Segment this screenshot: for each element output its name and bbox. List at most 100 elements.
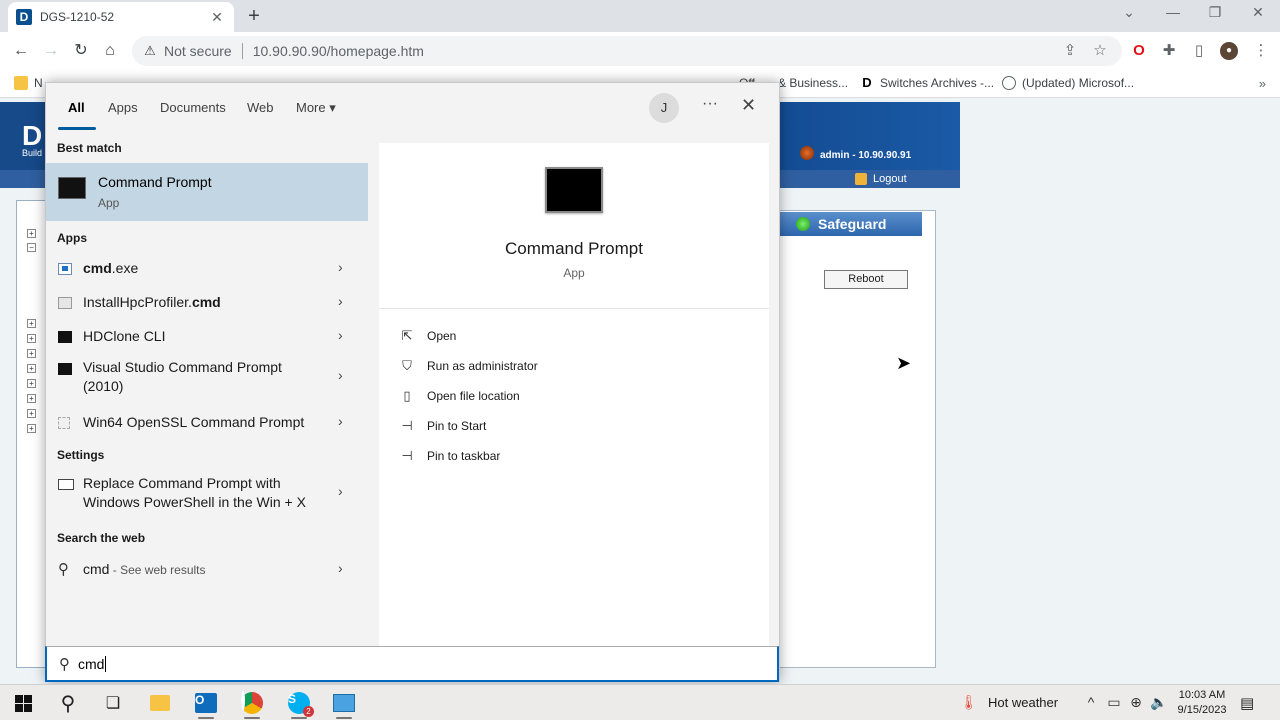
window-close-icon[interactable]: ✕	[1248, 4, 1268, 21]
address-bar[interactable]: ⚠ Not secure 10.90.90.90/homepage.htm ⇪ …	[132, 36, 1122, 66]
tree-expand-icon[interactable]: +	[27, 424, 36, 433]
reload-icon[interactable]: ↻	[71, 41, 91, 61]
tree-expand-icon[interactable]: +	[27, 334, 36, 343]
action-pin-to-taskbar[interactable]: ⊣ Pin to taskbar	[399, 448, 500, 464]
best-match-command-prompt[interactable]: Command Prompt App	[46, 163, 368, 221]
result-preview-pane: Command Prompt App ⇱ Open ⛉ Run as admin…	[379, 143, 769, 646]
more-options-icon[interactable]: ···	[702, 95, 718, 113]
tab-documents[interactable]: Documents	[160, 100, 226, 115]
running-indicator	[198, 717, 214, 719]
action-pin-to-start[interactable]: ⊣ Pin to Start	[399, 418, 486, 434]
back-arrow-icon[interactable]: ←	[11, 41, 31, 61]
tab-web[interactable]: Web	[247, 100, 274, 115]
result-hdclone-cli[interactable]: HDClone CLI ›	[46, 322, 368, 352]
bookmark-switches-archives[interactable]: D Switches Archives -...	[860, 76, 994, 91]
share-icon[interactable]: ⇪	[1060, 36, 1080, 66]
running-indicator	[336, 717, 352, 719]
pin-icon: ⊣	[401, 418, 413, 433]
home-icon[interactable]: ⌂	[100, 41, 120, 61]
taskbar-chrome[interactable]	[240, 691, 264, 715]
task-view-icon[interactable]: ❏	[101, 691, 125, 715]
forward-arrow-icon[interactable]: →	[41, 41, 61, 61]
browser-tab[interactable]: D DGS-1210-52 ✕	[8, 2, 234, 32]
side-panel-icon[interactable]: ▯	[1190, 42, 1208, 60]
chevron-right-icon[interactable]: ›	[338, 483, 343, 499]
result-win64-openssl[interactable]: Win64 OpenSSL Command Prompt ›	[46, 408, 368, 438]
search-input[interactable]: ⚲ cmd	[45, 646, 779, 682]
bookmark-business[interactable]: & Business...	[778, 76, 848, 90]
taskbar-app[interactable]	[332, 691, 356, 715]
taskbar-outlook[interactable]: O	[194, 691, 218, 715]
chrome-menu-icon[interactable]: ⋮	[1252, 42, 1270, 60]
openssl-icon	[58, 417, 70, 429]
chevron-right-icon[interactable]: ›	[338, 367, 343, 383]
admin-status-icon	[800, 146, 814, 160]
meet-now-icon[interactable]: ▭	[1106, 694, 1122, 711]
extensions-puzzle-icon[interactable]: ✚	[1160, 42, 1178, 60]
bookmarks-overflow-icon[interactable]: »	[1259, 76, 1266, 91]
bookmark-microsoft[interactable]: (Updated) Microsof...	[1002, 76, 1134, 90]
navigation-tree[interactable]: + − + + + + + + + +	[16, 200, 46, 668]
search-icon: ⚲	[58, 561, 69, 578]
taskbar-explorer[interactable]	[148, 691, 172, 715]
volume-icon[interactable]: 🔈	[1150, 694, 1167, 711]
tab-more[interactable]: More ▾	[296, 100, 336, 116]
restore-icon[interactable]: ❐	[1205, 4, 1225, 21]
taskbar-search-icon[interactable]: ⚲	[56, 691, 80, 715]
show-hidden-icons-chevron-up-icon[interactable]: ^	[1083, 694, 1099, 710]
tab-apps[interactable]: Apps	[108, 100, 138, 115]
tree-expand-icon[interactable]: +	[27, 364, 36, 373]
minimize-icon[interactable]: —	[1163, 4, 1183, 20]
preview-type: App	[563, 266, 585, 280]
shield-admin-icon: ⛉	[402, 358, 412, 373]
chevron-right-icon[interactable]: ›	[338, 560, 343, 576]
warning-triangle-icon[interactable]: ⚠	[142, 43, 158, 59]
tab-all[interactable]: All	[68, 100, 85, 115]
chevron-right-icon[interactable]: ›	[338, 327, 343, 343]
profile-avatar-icon[interactable]: ●	[1220, 42, 1238, 60]
logout-button[interactable]: Logout	[855, 170, 907, 188]
chevron-right-icon[interactable]: ›	[338, 293, 343, 309]
user-avatar[interactable]: J	[649, 93, 679, 123]
tree-expand-icon[interactable]: +	[27, 409, 36, 418]
browser-tab-strip: D DGS-1210-52 ✕ + ⌄ — ❐ ✕	[0, 0, 1280, 32]
opera-extension-icon[interactable]: O	[1130, 42, 1148, 60]
action-open[interactable]: ⇱ Open	[399, 328, 457, 344]
chevron-right-icon[interactable]: ›	[338, 413, 343, 429]
close-search-icon[interactable]: ✕	[741, 95, 756, 116]
tree-expand-icon[interactable]: +	[27, 394, 36, 403]
result-installhpcprofiler[interactable]: InstallHpcProfiler.cmd ›	[46, 288, 368, 318]
not-secure-label[interactable]: Not secure	[164, 43, 232, 59]
reboot-button[interactable]: Reboot	[824, 270, 908, 289]
tree-expand-icon[interactable]: +	[27, 349, 36, 358]
search-query[interactable]: cmd	[78, 656, 104, 672]
tree-expand-icon[interactable]: +	[27, 379, 36, 388]
tree-collapse-icon[interactable]: −	[27, 243, 36, 252]
new-tab-button[interactable]: +	[244, 5, 264, 28]
bookmark-folder[interactable]: N	[14, 76, 43, 90]
action-run-as-admin[interactable]: ⛉ Run as administrator	[399, 358, 538, 374]
start-button[interactable]	[11, 691, 35, 715]
result-vs-command-prompt[interactable]: Visual Studio Command Prompt (2010) ›	[46, 355, 368, 399]
bookmark-star-icon[interactable]: ☆	[1090, 36, 1110, 66]
result-replace-powershell[interactable]: Replace Command Prompt with Windows Powe…	[46, 471, 368, 515]
chevron-right-icon[interactable]: ›	[338, 259, 343, 275]
taskbar-skype[interactable]: S 2	[287, 691, 314, 717]
tab-search-chevron-icon[interactable]: ⌄	[1119, 4, 1139, 21]
monitor-icon	[58, 479, 74, 490]
tree-expand-icon[interactable]: +	[27, 229, 36, 238]
url-text[interactable]: 10.90.90.90/homepage.htm	[253, 43, 424, 59]
action-open-file-location[interactable]: ▯ Open file location	[399, 388, 519, 404]
result-web-search[interactable]: ⚲ cmd - See web results ›	[46, 555, 368, 585]
weather-widget[interactable]: 🌡 Hot weather	[960, 694, 1058, 710]
tab-close-icon[interactable]: ✕	[208, 9, 226, 26]
folder-icon	[14, 76, 28, 90]
result-cmd-exe[interactable]: cmd.exe ›	[46, 254, 368, 284]
browser-toolbar: ← → ↻ ⌂ ⚠ Not secure 10.90.90.90/homepag…	[0, 32, 1280, 70]
search-icon: ⚲	[59, 655, 70, 673]
app-window-icon	[333, 694, 355, 712]
system-clock[interactable]: 10:03 AM 9/15/2023	[1176, 688, 1228, 718]
notification-center-icon[interactable]: ▤	[1240, 694, 1254, 712]
tree-expand-icon[interactable]: +	[27, 319, 36, 328]
network-globe-icon[interactable]: ⊕	[1128, 694, 1144, 711]
